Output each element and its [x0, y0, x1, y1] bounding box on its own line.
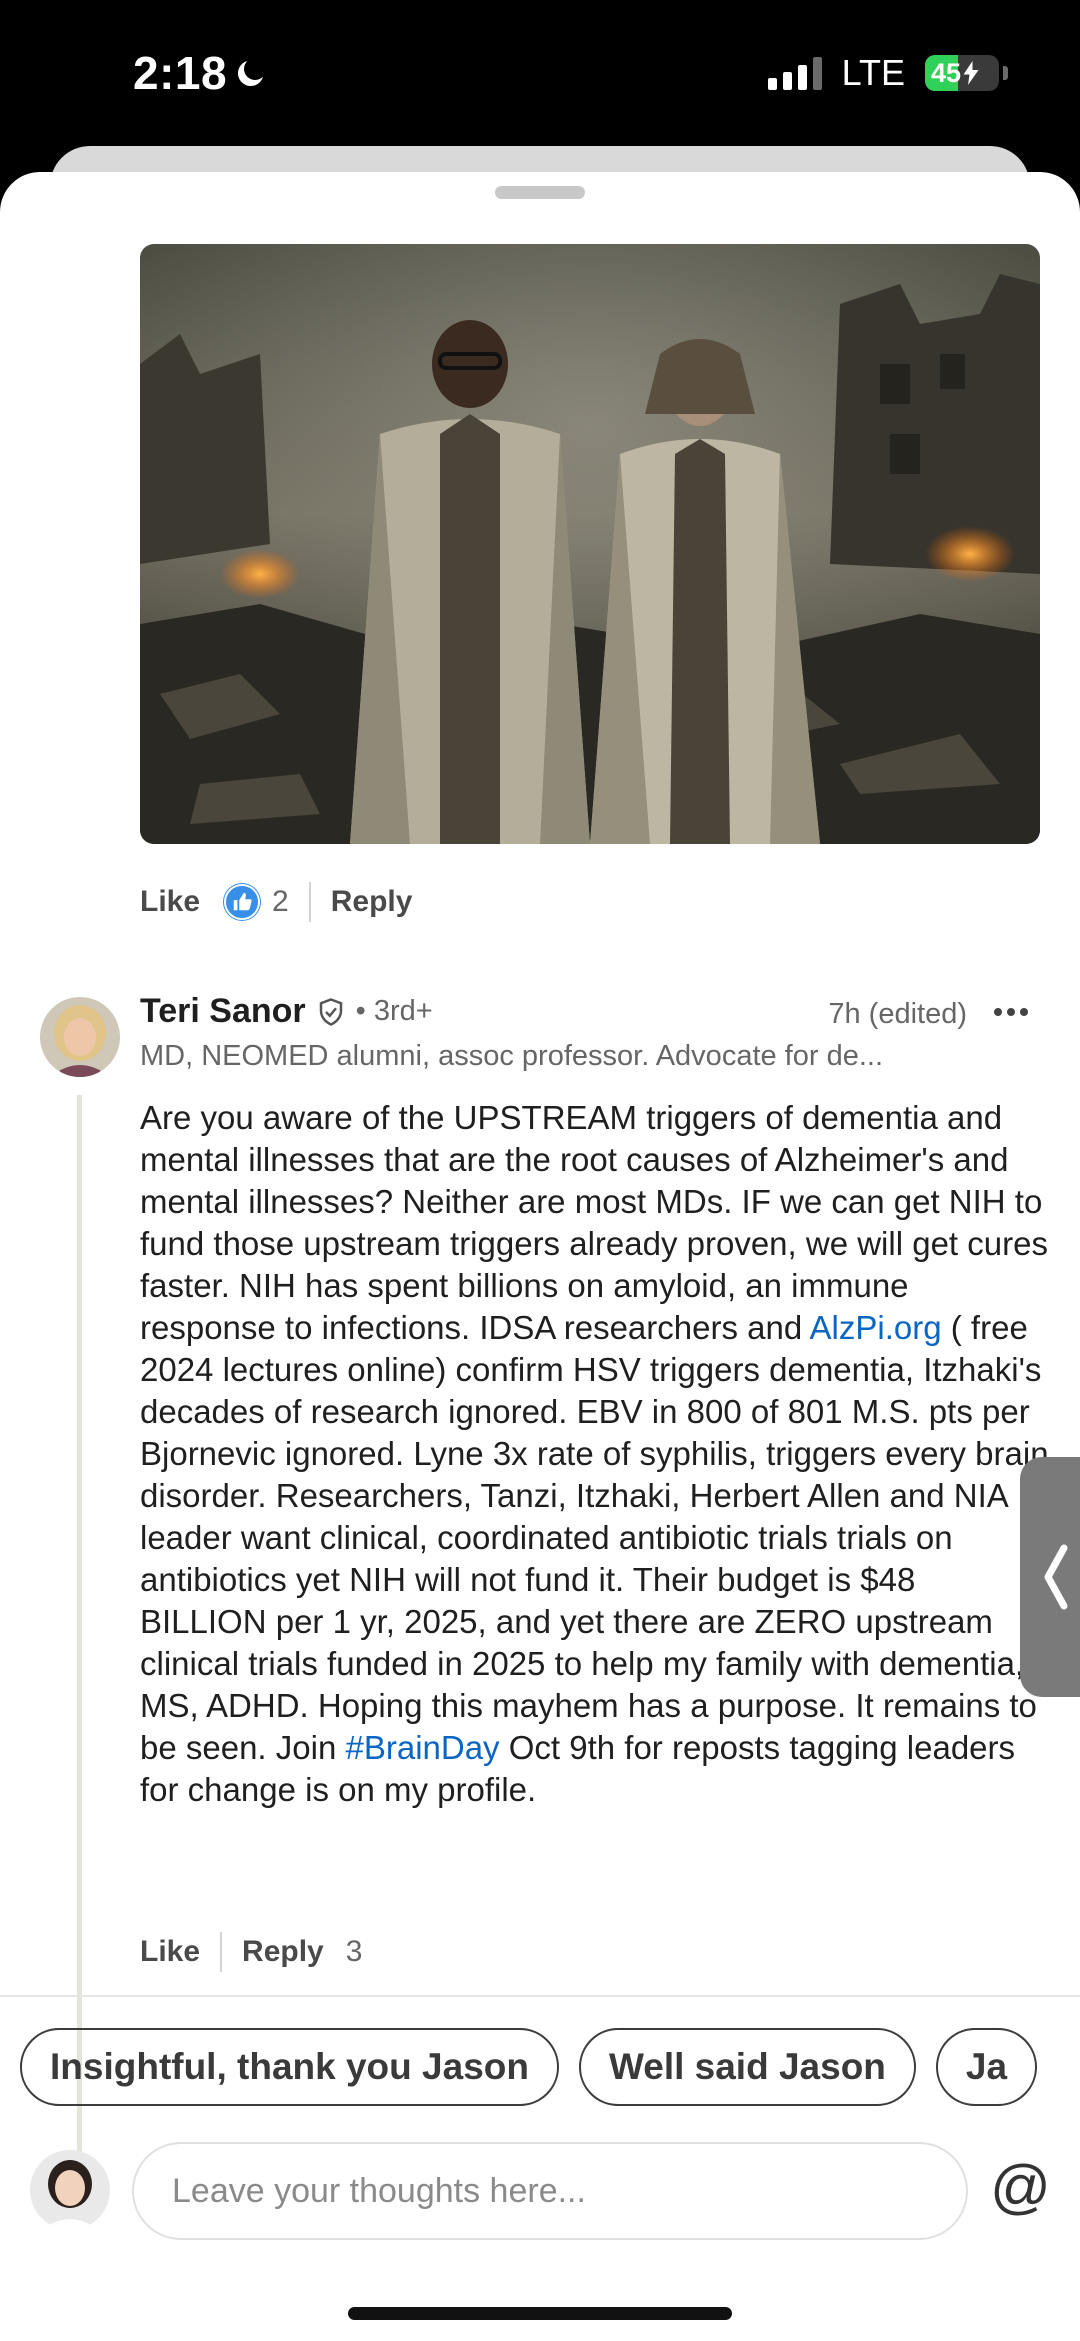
thread-line	[77, 1095, 82, 2175]
charging-bolt-icon	[963, 61, 979, 85]
suggested-reply-chip[interactable]: Insightful, thank you Jason	[20, 2028, 559, 2106]
battery-icon: 45	[925, 55, 999, 91]
status-bar: 2:18 LTE 45	[0, 0, 1080, 150]
comment-image[interactable]	[140, 244, 1040, 844]
suggested-reply-chip[interactable]: Well said Jason	[578, 2028, 916, 2106]
comment-text: ( free 2024 lectures online) confirm HSV…	[140, 1309, 1049, 1766]
signal-icon	[767, 56, 822, 90]
side-panel-tab[interactable]	[1020, 1457, 1080, 1697]
reply-button[interactable]: Reply	[331, 885, 413, 919]
comment-author[interactable]: Teri Sanor • 3rd+	[140, 992, 433, 1031]
hashtag-link[interactable]: #BrainDay	[345, 1729, 499, 1766]
verified-shield-icon	[319, 997, 342, 1026]
author-headline[interactable]: MD, NEOMED alumni, assoc professor. Advo…	[140, 1040, 1020, 1073]
avatar[interactable]	[40, 997, 120, 1077]
network-type: LTE	[841, 52, 905, 93]
like-reaction-icon[interactable]	[224, 884, 261, 920]
previous-comment-actions: Like 2 Reply	[140, 882, 412, 922]
comment-body: Are you aware of the UPSTREAM triggers o…	[140, 1097, 1050, 1811]
divider	[308, 882, 311, 922]
author-name[interactable]: Teri Sanor	[140, 992, 306, 1031]
more-icon[interactable]	[994, 1008, 1028, 1016]
like-button[interactable]: Like	[140, 885, 200, 919]
comment-input[interactable]: Leave your thoughts here...	[132, 2142, 968, 2240]
comment-actions: Like Reply 3	[140, 1932, 362, 1972]
suggested-reply-chip[interactable]: Ja	[935, 2028, 1038, 2106]
comment-link-alzpi[interactable]: AlzPi.org	[810, 1309, 942, 1346]
reply-button[interactable]: Reply	[242, 1935, 324, 1969]
comment-timestamp: 7h (edited)	[828, 998, 967, 1030]
sheet-drag-handle[interactable]	[495, 186, 585, 199]
status-time: 2:18	[133, 46, 269, 100]
battery-nub	[1003, 66, 1008, 80]
divider	[220, 1932, 223, 1972]
user-avatar[interactable]	[30, 2150, 110, 2230]
home-indicator[interactable]	[348, 2307, 732, 2320]
like-button[interactable]: Like	[140, 1935, 200, 1969]
connection-degree: • 3rd+	[355, 995, 433, 1027]
at-icon[interactable]: @	[990, 2152, 1051, 2221]
suggested-replies: Insightful, thank you Jason Well said Ja…	[0, 2015, 1058, 2125]
reply-count[interactable]: 3	[346, 1935, 363, 1969]
moon-icon	[238, 61, 264, 87]
battery-percent: 45	[931, 57, 962, 88]
divider	[0, 1995, 1080, 1997]
chevron-left-icon	[1044, 1544, 1068, 1610]
reaction-count[interactable]: 2	[272, 885, 289, 919]
status-indicators: LTE 45	[767, 52, 1008, 94]
